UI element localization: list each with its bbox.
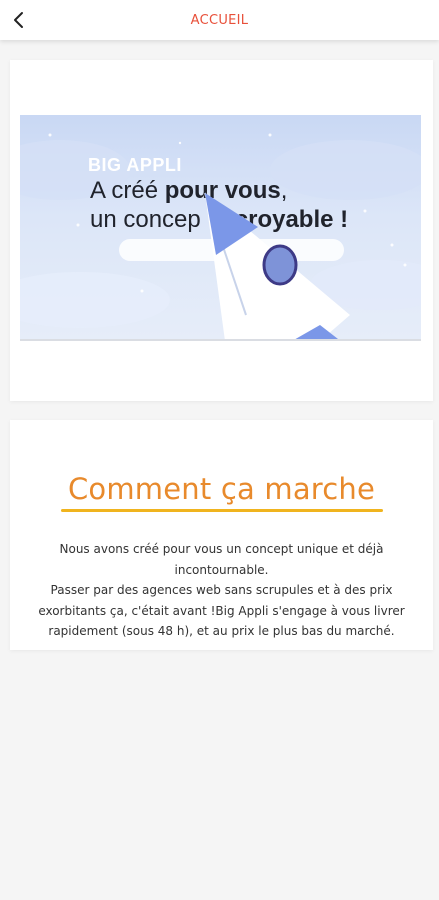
how-it-works-card: Comment ça marche Nous avons créé pour v… bbox=[10, 420, 433, 650]
title-underline bbox=[61, 509, 383, 512]
page-title: ACCUEIL bbox=[190, 12, 249, 28]
top-app-bar: ACCUEIL bbox=[0, 0, 439, 40]
promo-banner: BIG APPLI A créé pour vous, un concep cro… bbox=[20, 115, 421, 341]
section-description: Nous avons créé pour vous un concept uni… bbox=[38, 542, 405, 638]
rocket-illustration bbox=[204, 192, 350, 341]
banner-card: BIG APPLI A créé pour vous, un concep cro… bbox=[10, 60, 433, 401]
chevron-left-icon bbox=[14, 12, 23, 28]
banner-bottom-edge bbox=[20, 339, 421, 341]
section-title: Comment ça marche bbox=[67, 472, 376, 506]
back-button[interactable] bbox=[4, 5, 34, 35]
